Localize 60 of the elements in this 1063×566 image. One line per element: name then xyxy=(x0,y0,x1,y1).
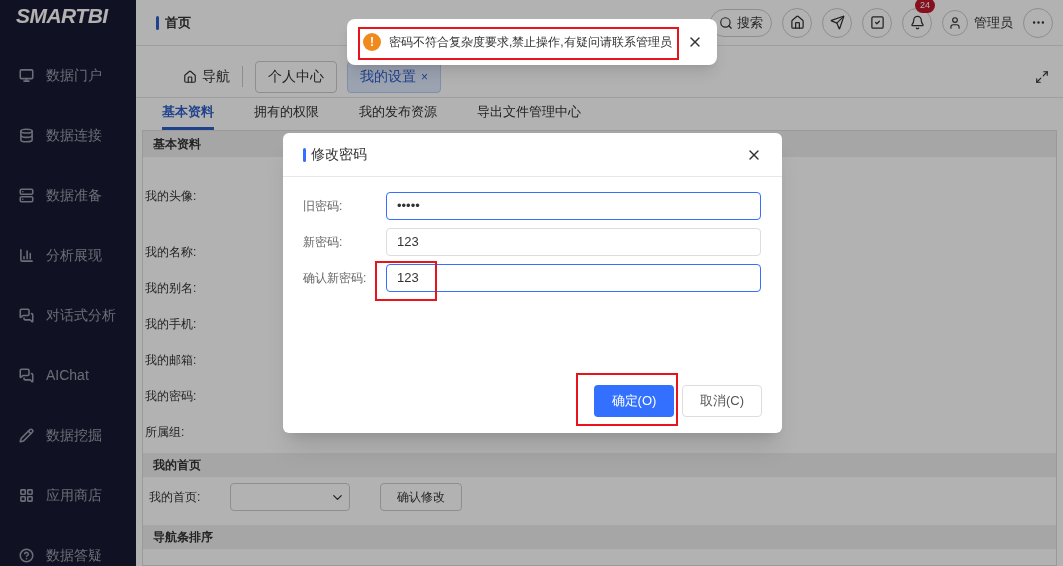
checkbox-icon xyxy=(869,15,885,30)
toast-message: 密码不符合复杂度要求,禁止操作,有疑问请联系管理员 xyxy=(389,34,672,51)
grid-icon xyxy=(19,488,34,503)
input-field[interactable]: 123 xyxy=(386,264,761,292)
sidebar-item[interactable]: 对话式分析 xyxy=(0,285,136,346)
sidebar-item[interactable]: 分析展现 xyxy=(0,225,136,286)
input-field[interactable]: ••••• xyxy=(386,192,761,220)
field-label: 我的别名: xyxy=(145,280,197,297)
confirm-change-button[interactable]: 确认修改 xyxy=(380,483,463,511)
sub-tab[interactable]: 我的发布资源 xyxy=(359,101,437,130)
warning-icon: ! xyxy=(363,33,381,51)
field-label: 旧密码: xyxy=(303,198,344,215)
search-icon xyxy=(719,15,733,30)
user-name[interactable]: 管理员 xyxy=(974,12,1013,33)
field-label: 新密码: xyxy=(303,234,344,251)
ok-button[interactable]: 确定(O) xyxy=(594,385,674,417)
cancel-button[interactable]: 取消(C) xyxy=(682,385,762,417)
field-label: 确认新密码: xyxy=(303,270,368,287)
chat-icon xyxy=(19,368,34,383)
sidebar-item[interactable]: 数据答疑 xyxy=(0,525,136,566)
database-icon xyxy=(19,128,34,143)
sidebar-item[interactable]: 数据准备 xyxy=(0,165,136,226)
monitor-icon xyxy=(19,68,34,83)
notification-badge: 24 xyxy=(915,0,935,13)
field-label: 我的手机: xyxy=(145,316,197,333)
user-icon xyxy=(948,15,962,30)
chat-icon xyxy=(19,308,34,323)
section-header: 我的首页 xyxy=(143,453,1056,477)
field-label: 我的名称: xyxy=(145,244,197,261)
home-icon xyxy=(183,69,197,84)
breadcrumb[interactable]: 首页 xyxy=(165,12,191,33)
bar-chart-icon xyxy=(19,248,34,263)
sub-tab[interactable]: 拥有的权限 xyxy=(254,101,319,130)
sidebar-item[interactable]: 数据挖掘 xyxy=(0,405,136,466)
accent-bar xyxy=(156,15,159,30)
section-header: 导航条排序 xyxy=(143,525,1056,549)
sidebar-item[interactable]: AIChat xyxy=(0,345,136,406)
page-tab[interactable]: 个人中心 xyxy=(255,60,337,93)
nav-button[interactable]: 导航 xyxy=(183,66,243,87)
send-icon xyxy=(829,15,845,30)
sidebar-item[interactable]: 数据连接 xyxy=(0,105,136,166)
sidebar-item[interactable]: 应用商店 xyxy=(0,465,136,526)
field-label: 我的邮箱: xyxy=(145,352,197,369)
help-icon xyxy=(19,548,34,563)
close-tab-icon[interactable]: × xyxy=(421,67,428,86)
highlight-frame xyxy=(375,261,437,301)
field-label: 所属组: xyxy=(145,424,185,441)
sidebar-item[interactable]: 数据门户 xyxy=(0,45,136,106)
bell-icon xyxy=(909,15,925,30)
home-icon xyxy=(789,15,805,30)
input-field[interactable]: 123 xyxy=(386,228,761,256)
pencil-icon xyxy=(19,428,34,443)
field-label: 我的头像: xyxy=(145,188,197,205)
logo: SMARTBI xyxy=(15,3,110,29)
accent-bar xyxy=(303,147,306,162)
server-icon xyxy=(19,188,34,203)
expand-icon[interactable] xyxy=(1035,69,1049,84)
field-label: 我的首页: xyxy=(149,489,201,506)
sub-tab[interactable]: 导出文件管理中心 xyxy=(477,101,581,130)
field-label: 我的密码: xyxy=(145,388,197,405)
